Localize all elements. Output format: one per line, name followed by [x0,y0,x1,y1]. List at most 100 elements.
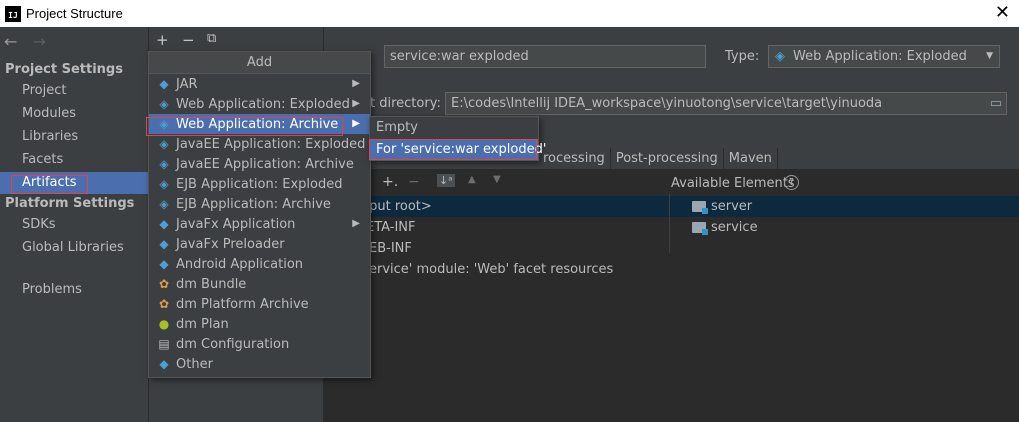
output-directory-value: E:\codes\Intellij IDEA_workspace\yinuoto… [451,96,883,111]
layout-remove-icon[interactable]: − [408,174,420,190]
layout-add-icon[interactable]: +. [382,174,398,190]
sidebar-item-global-libraries[interactable]: Global Libraries [0,237,148,259]
folder-browse-icon[interactable]: ▭ [990,93,1002,114]
output-directory-field[interactable]: E:\codes\Intellij IDEA_workspace\yinuoto… [445,92,1007,115]
dm-bundle-icon: ✿ [158,277,170,291]
tab-bar: rocessing Post-processing Maven [538,148,778,169]
menu-item-other[interactable]: ◆ Other [149,354,370,374]
dm-plan-icon: ● [158,317,170,331]
menu-item-dm-configuration[interactable]: ▤ dm Configuration [149,334,370,354]
available-row-service[interactable]: service [670,217,758,238]
menu-item-label: Web Application: Exploded [176,97,350,112]
web-archive-highlight-box [146,117,343,136]
menu-item-label: Other [176,357,213,372]
module-folder-icon [692,201,708,214]
ejb-icon: ◈ [159,197,169,211]
menu-item-label: EJB Application: Archive [176,197,331,212]
project-settings-header: Project Settings [5,62,123,77]
tab-maven[interactable]: Maven [724,148,778,169]
menu-item-label: JavaFx Application [176,217,296,232]
chevron-down-icon: ▼ [986,51,993,61]
title-bar: IJ Project Structure ✕ [0,0,1019,27]
menu-item-jar[interactable]: ◆ JAR ▶ [149,74,370,94]
platform-settings-header: Platform Settings [5,196,135,211]
available-row-server[interactable]: server [670,196,1019,217]
sidebar-item-project[interactable]: Project [0,80,148,102]
web-app-icon: ◈ [775,49,785,64]
for-service-highlight-box [369,139,537,160]
submenu-arrow-icon: ▶ [352,218,360,229]
menu-item-label: JavaFx Preloader [176,237,285,252]
menu-item-label: dm Bundle [176,277,247,292]
dm-configuration-icon: ▤ [158,337,170,351]
menu-item-dm-plan[interactable]: ● dm Plan [149,314,370,334]
menu-item-ejb-application-exploded[interactable]: ◈ EJB Application: Exploded [149,174,370,194]
move-up-icon[interactable]: ▲ [468,174,476,185]
back-arrow-icon[interactable]: ← [4,32,17,51]
sidebar: ← → Project Settings Project Modules Lib… [0,27,148,422]
sidebar-item-problems[interactable]: Problems [0,279,148,301]
menu-item-label: JavaEE Application: Archive [176,157,354,172]
sort-icon[interactable]: ↓ᵃ [437,174,455,187]
menu-item-label: EJB Application: Exploded [176,177,343,192]
nav-arrows: ← → [4,32,56,51]
type-select[interactable]: ◈ Web Application: Exploded ▼ [768,45,1000,68]
artifact-name-field[interactable]: service:war exploded [384,45,706,68]
menu-item-dm-platform-archive[interactable]: ✿ dm Platform Archive [149,294,370,314]
artifacts-highlight-box [11,175,88,194]
javafx-icon: ◆ [159,217,169,231]
submenu-item-empty[interactable]: Empty [370,117,538,138]
javaee-icon: ◈ [159,157,169,171]
sidebar-item-modules[interactable]: Modules [0,103,148,125]
module-folder-icon [692,222,708,235]
menu-item-label: dm Platform Archive [176,297,309,312]
submenu-arrow-icon: ▶ [352,78,360,89]
menu-item-label: dm Configuration [176,337,290,352]
menu-item-javafx-application[interactable]: ◆ JavaFx Application ▶ [149,214,370,234]
menu-item-android-application[interactable]: ◆ Android Application [149,254,370,274]
menu-item-web-application-exploded[interactable]: ◈ Web Application: Exploded ▶ [149,94,370,114]
tree-row-output-root[interactable]: tput root> [324,196,669,217]
artifact-editor: service:war exploded Type: ◈ Web Applica… [324,27,1019,422]
menu-item-label: Android Application [176,257,304,272]
tab-pre-processing[interactable]: rocessing [538,148,611,169]
menu-item-dm-bundle[interactable]: ✿ dm Bundle [149,274,370,294]
move-down-icon[interactable]: ▼ [493,174,501,185]
menu-item-javaee-application-exploded[interactable]: ◈ JavaEE Application: Exploded [149,134,370,154]
forward-arrow-icon[interactable]: → [33,32,46,51]
add-icon[interactable]: + [156,31,169,49]
close-icon[interactable]: ✕ [995,3,1010,23]
sidebar-item-libraries[interactable]: Libraries [0,126,148,148]
window-title: Project Structure [26,6,123,21]
add-artifact-menu: Add ◆ JAR ▶ ◈ Web Application: Exploded ▶ ◈ W… [148,51,371,378]
jar-icon: ◆ [159,77,169,91]
help-icon[interactable]: ? [784,175,799,190]
javafx-icon: ◆ [159,237,169,251]
menu-item-javaee-application-archive[interactable]: ◈ JavaEE Application: Archive [149,154,370,174]
output-directory-label: t directory: [370,96,441,111]
intellij-icon: IJ [5,5,21,22]
other-icon: ◆ [159,357,169,371]
menu-item-label: JavaEE Application: Exploded [176,137,366,152]
sidebar-item-sdks[interactable]: SDKs [0,214,148,236]
dm-platform-icon: ✿ [158,297,170,311]
add-menu-header: Add [149,52,370,74]
available-elements-label: Available Elements [671,176,795,191]
type-label: Type: [725,49,760,64]
submenu-arrow-icon: ▶ [352,118,360,129]
tab-post-processing[interactable]: Post-processing [611,148,724,169]
copy-icon[interactable]: ⧉ [207,31,216,46]
menu-item-label: dm Plan [176,317,229,332]
submenu-arrow-icon: ▶ [352,98,360,109]
web-app-icon: ◈ [159,97,169,111]
available-server-label: server [711,199,753,214]
type-value: Web Application: Exploded [793,49,967,64]
ejb-icon: ◈ [159,177,169,191]
menu-item-javafx-preloader[interactable]: ◆ JavaFx Preloader [149,234,370,254]
menu-item-label: JAR [176,77,198,92]
javaee-icon: ◈ [159,137,169,151]
menu-item-ejb-application-archive[interactable]: ◈ EJB Application: Archive [149,194,370,214]
sidebar-item-facets[interactable]: Facets [0,149,148,171]
android-icon: ◆ [159,257,169,271]
remove-icon[interactable]: − [182,31,195,49]
